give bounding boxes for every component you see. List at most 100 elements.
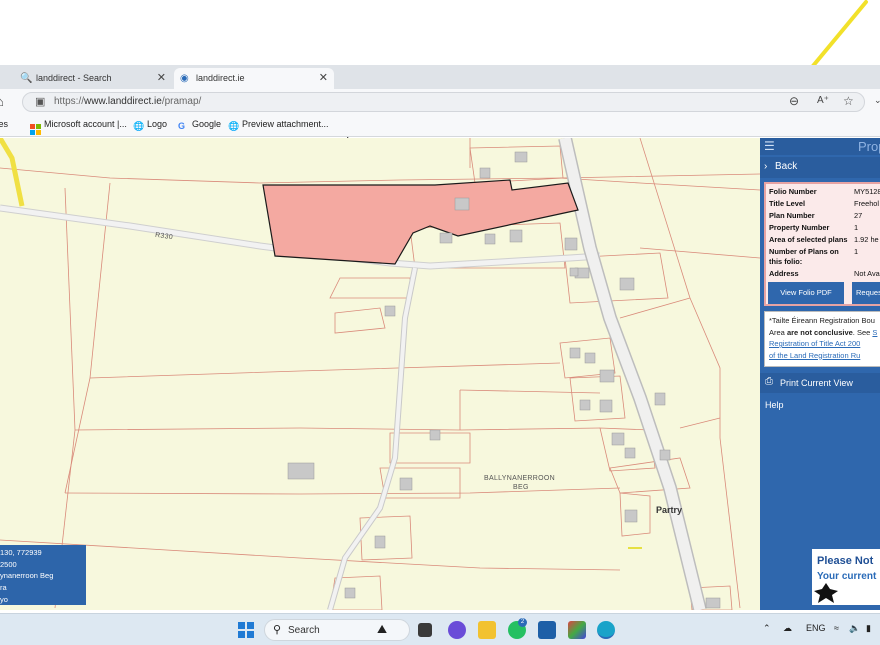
detail-label: Number of Plans on: [769, 247, 839, 256]
windows-start-icon[interactable]: [238, 622, 254, 638]
close-icon[interactable]: ✕: [157, 68, 166, 89]
search-icon: 🔍: [20, 73, 33, 84]
map-canvas[interactable]: R330 BALLYNANERROON BEG Partry: [0, 138, 760, 610]
file-explorer-icon[interactable]: [478, 621, 496, 639]
url-input[interactable]: ▣ https://www.landdirect.ie/pramap/ ⊖ A⁺…: [22, 92, 865, 112]
notice-link-line4[interactable]: of the Land Registration Ru: [769, 350, 880, 362]
cloud-icon[interactable]: ☁: [783, 623, 792, 634]
home-icon[interactable]: ⌂: [0, 94, 4, 109]
bookmark-microsoft-account[interactable]: Microsoft account |...: [30, 119, 127, 135]
detail-label-text: Plan Number: [769, 211, 815, 220]
please-note-title: Please Not: [817, 555, 874, 567]
url-scheme: https://: [54, 96, 85, 107]
chat-icon[interactable]: [448, 621, 466, 639]
edge-browser-icon[interactable]: [597, 621, 615, 639]
request-button[interactable]: Reques: [852, 282, 880, 304]
chevron-right-icon: ›: [764, 161, 768, 172]
detail-label: Title Level: [769, 199, 805, 208]
panel-header: ☰ Prop: [760, 138, 880, 155]
globe-icon: 🌐: [228, 121, 240, 131]
print-current-view-button[interactable]: ⎙ Print Current View: [760, 373, 880, 393]
bookmark-label: Logo: [147, 119, 168, 129]
cursor-sprite-icon: [814, 583, 838, 603]
address-bar-row: ⌂ ▣ https://www.landdirect.ie/pramap/ ⊖ …: [0, 89, 880, 115]
panel-title: Prop: [858, 139, 880, 154]
info-coords: 130, 772939: [0, 548, 42, 557]
tab-label: landdirect - Search: [36, 73, 112, 83]
bookmark-label: tes: [0, 119, 9, 129]
chevron-up-icon[interactable]: ⌃: [763, 623, 771, 634]
bookmark-label: Google: [192, 119, 222, 129]
back-button[interactable]: › Back: [760, 157, 880, 178]
windows-taskbar: ⚲ Search ⛰ 2 ⌃ ☁ ENG ≈ 🔈 ▮: [0, 613, 880, 645]
detail-label-text: Folio Number: [769, 187, 817, 196]
hamburger-menu-icon[interactable]: ☰: [764, 139, 775, 153]
townland-label-line1: BALLYNANERROON: [484, 475, 555, 482]
detail-label: this folio:: [769, 257, 802, 266]
notice-text: Area: [769, 327, 787, 337]
bookmark-favorites[interactable]: tes: [0, 119, 8, 129]
zoom-icon[interactable]: ⊖: [789, 94, 799, 108]
bookmark-google[interactable]: G Google: [178, 119, 221, 132]
google-icon: G: [178, 121, 186, 131]
info-townland: ynanerroon Beg: [0, 571, 54, 581]
favorite-star-icon[interactable]: ☆: [843, 94, 854, 108]
tab-strip: 🔍 landdirect - Search ✕ ◉ landdirect.ie …: [0, 65, 880, 148]
url-text: https://www.landdirect.ie/pramap/: [54, 96, 201, 107]
notice-link-line3[interactable]: Registration of Title Act 200: [769, 338, 880, 350]
detail-label-text: this folio:: [769, 257, 803, 266]
battery-icon[interactable]: ▮: [866, 623, 871, 634]
detail-value: 1: [854, 247, 859, 256]
language-indicator[interactable]: ENG: [806, 623, 826, 633]
detail-label: Address: [769, 269, 799, 278]
view-folio-pdf-button[interactable]: View Folio PDF: [768, 282, 844, 304]
taskbar-search-label: Search: [288, 625, 320, 636]
bookmark-logo[interactable]: 🌐 Logo: [133, 119, 167, 132]
bookmark-preview-attachment[interactable]: 🌐 Preview attachment...: [228, 119, 329, 132]
read-aloud-icon[interactable]: A⁺: [817, 95, 829, 106]
info-line5: yo: [0, 594, 8, 604]
url-host: www.landdirect.ie: [84, 96, 162, 107]
detail-value: 1: [854, 223, 859, 232]
wifi-icon[interactable]: ≈: [834, 623, 839, 633]
screen-margin: [0, 0, 880, 65]
detail-value: Not Ava: [854, 269, 880, 278]
help-link[interactable]: Help: [765, 400, 784, 410]
tab-label: landdirect.ie: [196, 73, 245, 83]
notification-badge: 2: [518, 618, 527, 627]
task-view-icon[interactable]: [418, 623, 432, 637]
detail-label: Property Number: [769, 223, 829, 232]
notice-link[interactable]: S: [872, 328, 877, 337]
tab-landdirect-search[interactable]: 🔍 landdirect - Search ✕: [14, 68, 172, 89]
detail-value: Freehol: [854, 199, 880, 208]
close-icon[interactable]: ✕: [319, 68, 328, 89]
detail-label: Plan Number: [769, 211, 815, 220]
property-panel: ☰ Prop › Back Folio Number MY5128 Title …: [760, 138, 880, 610]
info-scale: 2500: [0, 559, 17, 569]
app-icon[interactable]: [568, 621, 586, 639]
globe-icon: 🌐: [133, 121, 145, 131]
please-note-popup[interactable]: Please Not Your current: [812, 549, 880, 605]
detail-value: 27: [854, 211, 863, 220]
bookmark-label: Microsoft account |...: [44, 119, 127, 129]
tab-landdirect[interactable]: ◉ landdirect.ie ✕: [174, 68, 334, 89]
detail-label-text: Number of Plans on: [769, 247, 839, 256]
lock-icon[interactable]: ▣: [35, 95, 45, 108]
bookmarks-bar: tes Microsoft account |... 🌐Logo GGoogle…: [0, 115, 880, 137]
please-note-subtitle: Your current: [817, 571, 877, 582]
site-icon: ◉: [180, 73, 189, 84]
volume-icon[interactable]: 🔈: [849, 623, 860, 634]
notice-line2: Area are not conclusive. See S: [769, 327, 880, 339]
printer-icon: ⎙: [765, 376, 773, 387]
notice-bold: are not conclusive: [786, 327, 853, 337]
notice-line1: *Tailte Éireann Registration Bou: [769, 316, 875, 325]
detail-label: Area of selected plans: [769, 235, 847, 244]
detail-value: MY5128: [854, 187, 880, 196]
chevron-down-icon[interactable]: ⌄: [874, 95, 880, 106]
notice-text: . See: [852, 327, 873, 337]
print-label: Print Current View: [780, 378, 853, 388]
store-icon[interactable]: [538, 621, 556, 639]
detail-label-text: Area of selected plans: [769, 235, 848, 244]
taskbar-search[interactable]: ⚲ Search ⛰: [264, 619, 410, 641]
back-label: Back: [775, 161, 798, 172]
